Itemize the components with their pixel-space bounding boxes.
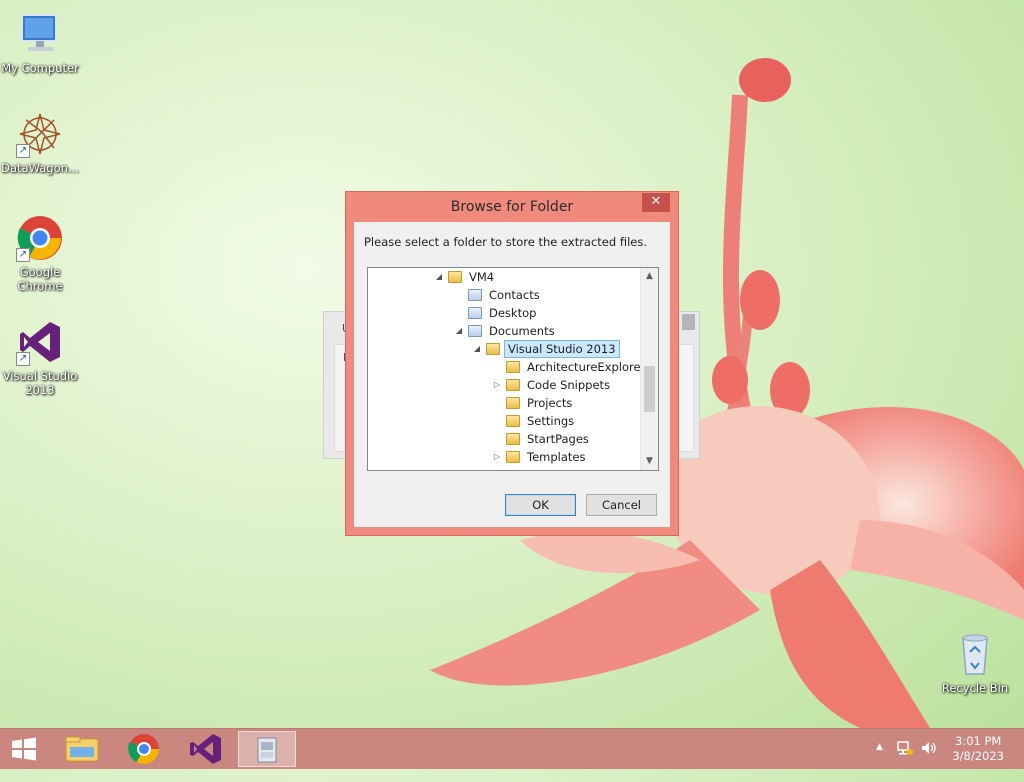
tree-item-startpages[interactable]: StartPages <box>490 430 592 448</box>
desktop-icon-label: Recycle Bin <box>941 681 1009 695</box>
speaker-icon <box>922 742 936 754</box>
expand-arrow-icon[interactable]: ▷ <box>490 376 504 394</box>
tree-item-label: Templates <box>527 450 586 464</box>
tree-item-label: Desktop <box>489 306 537 320</box>
dialog-prompt: Please select a folder to store the extr… <box>364 235 647 249</box>
tree-item-contacts[interactable]: Contacts <box>452 286 543 304</box>
chevron-up-icon: ▲ <box>876 742 883 752</box>
tree-item-label: VM4 <box>469 270 495 284</box>
datawagon-icon: ↗ <box>16 110 64 158</box>
tree-item-projects[interactable]: Projects <box>490 394 575 412</box>
network-tray-icon[interactable] <box>896 740 914 780</box>
folder-icon <box>506 433 520 445</box>
visual-studio-icon: ↗ <box>16 318 64 366</box>
folder-icon <box>486 343 500 355</box>
tree-item-label: Documents <box>489 324 555 338</box>
taskbar: ▲ 3:01 PM 3/8/2023 <box>0 728 1024 769</box>
ok-button[interactable]: OK <box>505 494 576 516</box>
scroll-up-icon[interactable]: ▲ <box>641 268 658 285</box>
tree-item-documents[interactable]: ◢ Documents <box>452 322 558 340</box>
tree-item-templates[interactable]: ▷ Templates <box>490 448 588 466</box>
file-explorer-icon <box>65 736 99 762</box>
taskbar-file-explorer[interactable] <box>54 731 110 767</box>
shortcut-arrow-icon: ↗ <box>16 144 30 158</box>
folder-tree[interactable]: ◢ VM4 Contacts Desktop ◢ Documents ◢ Visual… <box>367 267 659 471</box>
taskbar-clock[interactable]: 3:01 PM 3/8/2023 <box>952 734 1004 764</box>
desktop-icon-datawagon[interactable]: ↗ DataWagon... <box>0 110 80 175</box>
clock-time: 3:01 PM <box>955 734 1002 748</box>
tree-item-label: Visual Studio 2013 <box>504 340 620 358</box>
documents-folder-icon <box>468 325 482 337</box>
desktop-icon-google-chrome[interactable]: ↗ Google Chrome <box>0 214 80 293</box>
dialog-title: Browse for Folder <box>450 199 574 215</box>
chrome-icon <box>128 734 159 765</box>
desktop-icon-label: My Computer <box>1 61 79 75</box>
close-button[interactable]: ✕ <box>642 193 670 212</box>
taskbar-visual-studio[interactable] <box>178 731 234 767</box>
start-windows-icon <box>12 737 36 761</box>
tree-item-architectureexplorer[interactable]: ArchitectureExplorer <box>490 358 648 376</box>
desktop-folder-icon <box>468 307 482 319</box>
dialog-client-area: Please select a folder to store the extr… <box>354 222 670 527</box>
recycle-bin-icon <box>951 630 999 678</box>
scroll-down-icon[interactable]: ▼ <box>641 453 658 470</box>
installer-app-icon <box>257 737 277 763</box>
chrome-icon: ↗ <box>16 214 64 262</box>
folder-icon <box>506 451 520 463</box>
collapse-arrow-icon[interactable]: ◢ <box>470 340 484 358</box>
folder-icon <box>506 361 520 373</box>
tree-item-code-snippets[interactable]: ▷ Code Snippets <box>490 376 613 394</box>
show-hidden-icons-button[interactable]: ▲ <box>876 742 883 782</box>
desktop-icon-label: Google Chrome <box>17 265 63 293</box>
taskbar-installer-app[interactable] <box>238 731 296 767</box>
tree-item-vm4[interactable]: ◢ VM4 <box>432 268 497 286</box>
browse-for-folder-dialog: Browse for Folder ✕ Please select a fold… <box>345 191 679 536</box>
contacts-folder-icon <box>468 289 482 301</box>
tree-item-label: Code Snippets <box>527 378 611 392</box>
tree-item-label: ArchitectureExplorer <box>527 360 646 374</box>
desktop-icon-label: Visual Studio 2013 <box>2 369 78 397</box>
tree-item-label: Projects <box>527 396 573 410</box>
tree-item-label: StartPages <box>527 432 589 446</box>
visual-studio-icon <box>190 734 221 764</box>
tree-item-visual-studio-2013[interactable]: ◢ Visual Studio 2013 <box>470 340 620 358</box>
background-window-scroll <box>682 314 695 330</box>
taskbar-chrome[interactable] <box>116 731 172 767</box>
desktop-icon-visual-studio[interactable]: ↗ Visual Studio 2013 <box>0 318 80 397</box>
expand-arrow-icon[interactable]: ▷ <box>490 448 504 466</box>
folder-icon <box>506 379 520 391</box>
desktop-icon-my-computer[interactable]: My Computer <box>0 10 80 75</box>
desktop-icon-label: DataWagon... <box>1 161 79 175</box>
folder-icon <box>448 271 462 283</box>
close-icon: ✕ <box>650 194 662 209</box>
folder-icon <box>506 397 520 409</box>
tree-scrollbar[interactable]: ▲ ▼ <box>640 268 658 470</box>
start-button[interactable] <box>0 731 48 767</box>
volume-tray-icon[interactable] <box>920 740 938 780</box>
clock-date: 3/8/2023 <box>952 749 1004 763</box>
shortcut-arrow-icon: ↗ <box>16 352 30 366</box>
computer-icon <box>16 10 64 58</box>
shortcut-arrow-icon: ↗ <box>16 248 30 262</box>
tree-item-desktop[interactable]: Desktop <box>452 304 539 322</box>
dialog-titlebar[interactable]: Browse for Folder ✕ <box>346 192 678 222</box>
tree-item-label: Settings <box>527 414 575 428</box>
folder-icon <box>506 415 520 427</box>
cancel-button[interactable]: Cancel <box>586 494 657 516</box>
desktop-icon-recycle-bin[interactable]: Recycle Bin <box>935 630 1015 695</box>
tree-item-label: Contacts <box>489 288 540 302</box>
collapse-arrow-icon[interactable]: ◢ <box>432 268 446 286</box>
tree-item-settings[interactable]: Settings <box>490 412 577 430</box>
collapse-arrow-icon[interactable]: ◢ <box>452 322 466 340</box>
scrollbar-thumb[interactable] <box>644 366 655 412</box>
network-icon <box>897 741 913 755</box>
